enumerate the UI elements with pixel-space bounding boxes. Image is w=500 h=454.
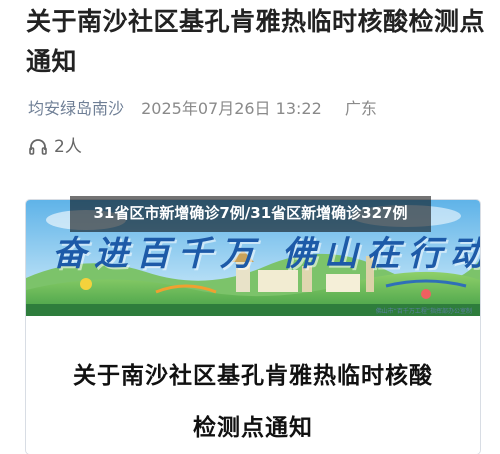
article-image[interactable]: 奋进百千万 佛山在行动 佛山市“百千万工程”指挥部办公室制 关于南沙社区基孔肯雅… bbox=[26, 200, 480, 454]
publish-datetime: 2025年07月26日 13:22 bbox=[141, 99, 322, 118]
publish-location: 广东 bbox=[344, 99, 377, 118]
notice-title-line1: 关于南沙社区基孔肯雅热临时核酸 bbox=[73, 363, 433, 389]
article-title: 关于南沙社区基孔肯雅热临时核酸检测点通知 bbox=[26, 7, 486, 76]
banner-slogan: 奋进百千万 佛山在行动 bbox=[52, 234, 480, 274]
banner-caption: 佛山市“百千万工程”指挥部办公室制 bbox=[375, 308, 472, 315]
listen-count[interactable]: 2人 bbox=[28, 134, 82, 160]
notice-card: 关于南沙社区基孔肯雅热临时核酸 检测点通知 bbox=[26, 316, 480, 454]
notice-title-line2: 检测点通知 bbox=[193, 415, 313, 441]
author-name[interactable]: 均安绿岛南沙 bbox=[28, 99, 124, 118]
article-meta: 均安绿岛南沙 2025年07月26日 13:22 广东 bbox=[28, 95, 478, 123]
headphones-icon bbox=[29, 139, 47, 155]
overlay-headline: 31省区市新增确诊7例/31省区新增确诊327例 bbox=[70, 196, 431, 232]
listener-count-label: 2人 bbox=[54, 137, 82, 157]
